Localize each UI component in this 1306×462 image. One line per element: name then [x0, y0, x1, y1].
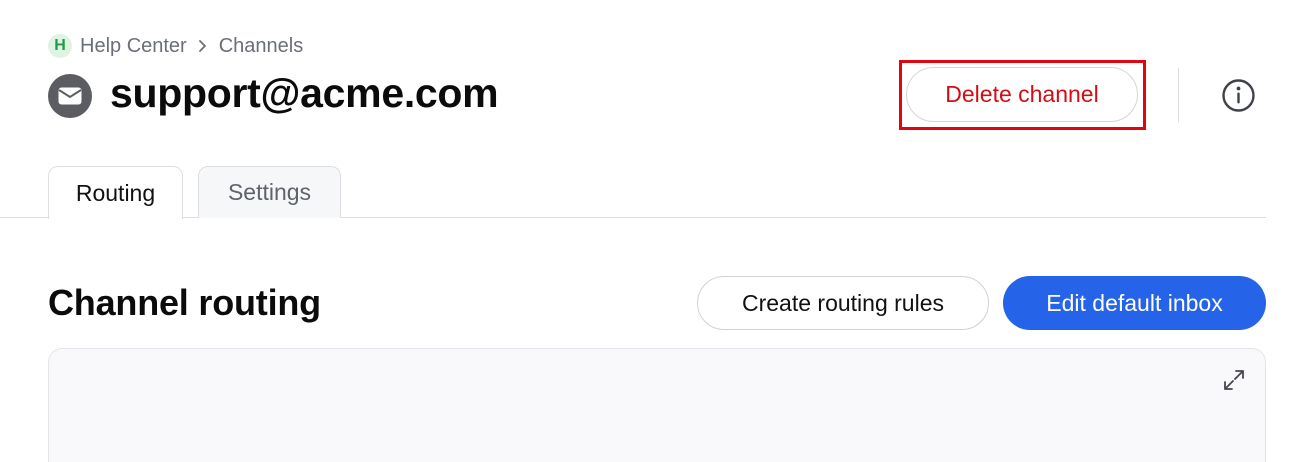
page: H Help Center Channels support@acme.com … [0, 0, 1306, 462]
tab-routing[interactable]: Routing [48, 166, 183, 219]
tabs-baseline [0, 217, 1266, 218]
expand-icon[interactable] [1220, 366, 1248, 394]
section-title: Channel routing [48, 282, 321, 323]
edit-default-inbox-button[interactable]: Edit default inbox [1003, 276, 1266, 330]
breadcrumb-channels[interactable]: Channels [219, 35, 304, 58]
active-tab-indicator [49, 216, 182, 219]
page-title: support@acme.com [110, 70, 499, 116]
create-routing-rules-button[interactable]: Create routing rules [697, 276, 989, 330]
breadcrumb: H Help Center Channels [48, 33, 303, 59]
routing-canvas[interactable] [48, 348, 1266, 462]
delete-channel-button[interactable]: Delete channel [906, 67, 1138, 122]
envelope-icon [48, 74, 92, 118]
tab-settings[interactable]: Settings [198, 166, 341, 218]
header-divider [1178, 68, 1179, 122]
breadcrumb-help-center[interactable]: Help Center [80, 35, 187, 58]
chevron-right-icon [197, 39, 209, 53]
help-center-logo-icon: H [48, 34, 72, 58]
info-icon[interactable] [1221, 78, 1256, 113]
